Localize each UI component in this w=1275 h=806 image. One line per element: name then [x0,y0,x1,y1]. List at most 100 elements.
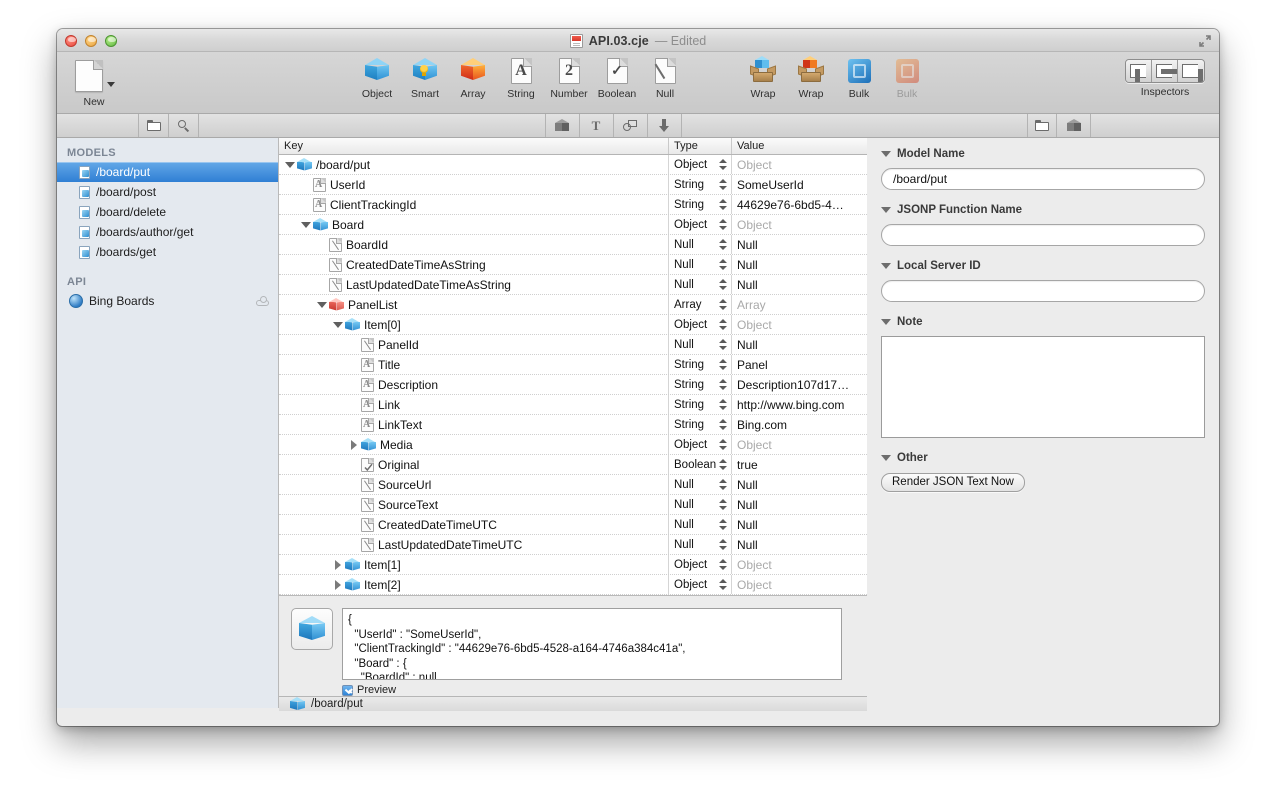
outline-cell-value[interactable]: Panel [732,355,867,374]
outline-cell-key[interactable]: PanelId [279,335,669,354]
type-stepper[interactable] [719,498,727,511]
inspector-note-header[interactable]: Note [881,316,1205,328]
inspector-other-header[interactable]: Other [881,452,1205,464]
outline-row[interactable]: Original Boolean true [279,455,867,475]
fullscreen-icon[interactable] [1198,34,1212,48]
disclosure-triangle-icon[interactable] [881,151,891,157]
toolbar-bulk-array-button[interactable]: Bulk [883,52,931,100]
disclosure-triangle-open-icon[interactable] [332,319,343,330]
outline-cell-value[interactable]: Null [732,515,867,534]
outline-cell-key[interactable]: A LinkText [279,415,669,434]
outline-cell-key[interactable]: Original [279,455,669,474]
outline-cell-type[interactable]: String [669,375,732,394]
outline-row[interactable]: A Description String Description107d17… [279,375,867,395]
disclosure-triangle-icon[interactable] [881,263,891,269]
outline-cell-type[interactable]: Object [669,155,732,174]
toolbar-array-button[interactable]: Array [449,52,497,100]
outline-row[interactable]: A LinkText String Bing.com [279,415,867,435]
outline-cell-value[interactable]: Null [732,275,867,294]
outline-cell-key[interactable]: Media [279,435,669,454]
outline-row[interactable]: Item[0] Object Object [279,315,867,335]
type-stepper[interactable] [719,538,727,551]
outline-cell-value[interactable]: Null [732,475,867,494]
sidebar-item-model-2[interactable]: /board/delete [57,202,278,222]
outline-cell-type[interactable]: Object [669,215,732,234]
outline-cell-type[interactable]: Object [669,575,732,594]
outline-row[interactable]: Item[1] Object Object [279,555,867,575]
disclosure-triangle-open-icon[interactable] [284,159,295,170]
outline-cell-value[interactable]: Null [732,255,867,274]
outline-cell-value[interactable]: Null [732,335,867,354]
type-stepper[interactable] [719,318,727,331]
inspector-folder-button[interactable] [1027,114,1057,137]
column-header-value[interactable]: Value [732,138,867,154]
outline-cell-key[interactable]: PanelList [279,295,669,314]
type-stepper[interactable] [719,178,727,191]
disclosure-triangle-icon[interactable] [881,455,891,461]
type-stepper[interactable] [719,458,727,471]
outline-cell-type[interactable]: Null [669,495,732,514]
outline-cell-type[interactable]: Object [669,555,732,574]
outline-cell-key[interactable]: BoardId [279,235,669,254]
disclosure-triangle-closed-icon[interactable] [332,559,343,570]
toolbar-wrap-object-button[interactable]: Wrap [739,52,787,100]
title-bar[interactable]: API.03.cje — Edited [57,29,1219,52]
outline-cell-type[interactable]: Null [669,255,732,274]
outline-cell-key[interactable]: SourceText [279,495,669,514]
outline-cell-type[interactable]: Object [669,435,732,454]
type-stepper[interactable] [719,158,727,171]
outline-cell-type[interactable]: String [669,195,732,214]
preview-type-button[interactable] [291,608,333,650]
outline-cell-type[interactable]: String [669,395,732,414]
outline-row[interactable]: Item[2] Object Object [279,575,867,595]
cloud-icon[interactable] [256,296,269,306]
inspectors-control[interactable]: Inspectors [1125,59,1205,98]
outline-cell-type[interactable]: Null [669,475,732,494]
outline-cell-value[interactable]: true [732,455,867,474]
new-button[interactable] [75,60,115,92]
outline-row[interactable]: /board/put Object Object [279,155,867,175]
type-stepper[interactable] [719,358,727,371]
inspector-layout-left[interactable] [1126,60,1152,82]
outline-row[interactable]: Media Object Object [279,435,867,455]
outline-row[interactable]: A ClientTrackingId String 44629e76-6bd5-4… [279,195,867,215]
type-stepper[interactable] [719,198,727,211]
outline-cell-key[interactable]: LastUpdatedDateTimeAsString [279,275,669,294]
sidebar-search-button[interactable] [169,114,199,137]
outline-cell-value[interactable]: Null [732,235,867,254]
outline-cell-type[interactable]: String [669,355,732,374]
sidebar-item-model-3[interactable]: /boards/author/get [57,222,278,242]
outline-cell-value[interactable]: Object [732,315,867,334]
outline-cell-type[interactable]: String [669,175,732,194]
outline-cell-type[interactable]: Array [669,295,732,314]
outline-row[interactable]: SourceUrl Null Null [279,475,867,495]
outline-row[interactable]: BoardId Null Null [279,235,867,255]
outline-cell-key[interactable]: A Description [279,375,669,394]
sidebar-item-model-1[interactable]: /board/post [57,182,278,202]
outline-cell-type[interactable]: Null [669,335,732,354]
toolbar-object-button[interactable]: Object [353,52,401,100]
outline-cell-value[interactable]: Object [732,215,867,234]
sidebar-item-model-0[interactable]: /board/put [57,162,278,182]
preview-checkbox[interactable] [342,684,353,696]
insert-cube-button[interactable] [546,114,580,137]
inspector-layout-right[interactable] [1178,60,1204,82]
outline-cell-key[interactable]: CreatedDateTimeUTC [279,515,669,534]
outline-cell-key[interactable]: Item[1] [279,555,669,574]
outline-cell-value[interactable]: Bing.com [732,415,867,434]
outline-row[interactable]: Board Object Object [279,215,867,235]
type-stepper[interactable] [719,478,727,491]
toolbar-number-button[interactable]: 2 Number [545,52,593,100]
download-button[interactable] [648,114,682,137]
toolbar-string-button[interactable]: A String [497,52,545,100]
type-stepper[interactable] [719,558,727,571]
outline-cell-type[interactable]: Null [669,235,732,254]
outline-cell-value[interactable]: Description107d17… [732,375,867,394]
outline-row[interactable]: CreatedDateTimeUTC Null Null [279,515,867,535]
type-stepper[interactable] [719,378,727,391]
inspector-jsonp-header[interactable]: JSONP Function Name [881,204,1205,216]
outline-row[interactable]: SourceText Null Null [279,495,867,515]
outline-cell-key[interactable]: Board [279,215,669,234]
outline-row[interactable]: A Title String Panel [279,355,867,375]
type-stepper[interactable] [719,258,727,271]
